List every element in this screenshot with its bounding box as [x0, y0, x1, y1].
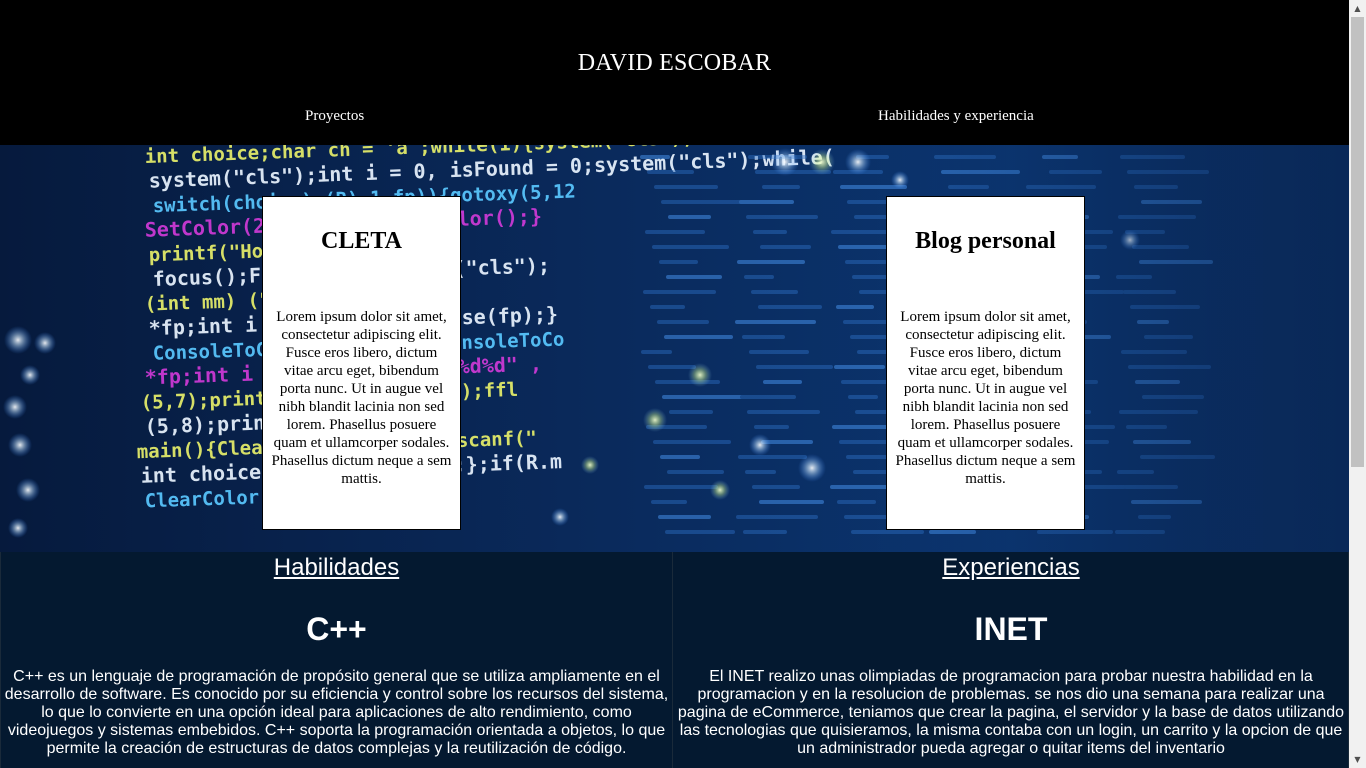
code-blur-decoration [745, 470, 776, 474]
code-blur-decoration [762, 185, 800, 189]
experience-heading-link[interactable]: Experiencias [674, 554, 1348, 582]
site-header: DAVID ESCOBAR Proyectos Habilidades y ex… [0, 0, 1349, 145]
bokeh-light-decoration [581, 456, 599, 474]
nav-link-habilidades-experiencia[interactable]: Habilidades y experiencia [878, 107, 1034, 125]
bokeh-light-decoration [845, 149, 871, 175]
code-blur-decoration [756, 365, 833, 369]
code-blur-decoration [746, 215, 818, 219]
nav-link-proyectos[interactable]: Proyectos [305, 107, 364, 125]
code-blur-decoration [736, 515, 818, 519]
code-background-image: int choice;char ch = 'a';while(1){system… [0, 145, 1349, 552]
bokeh-light-decoration [8, 518, 28, 538]
code-blur-decoration [752, 485, 800, 489]
code-blur-decoration [742, 335, 785, 339]
code-blur-decoration [747, 410, 820, 414]
code-blur-decoration [640, 155, 670, 159]
code-blur-decoration [651, 500, 687, 504]
code-blur-decoration [735, 320, 816, 324]
code-blur-decoration [759, 500, 824, 504]
code-blur-decoration [740, 395, 796, 399]
scroll-up-arrow-icon[interactable]: ▲ [1349, 0, 1366, 17]
project-card-text: Lorem ipsum dolor sit amet, consectetur … [895, 309, 1076, 487]
projects-hero: int choice;char ch = 'a';while(1){system… [0, 145, 1349, 552]
code-blur-decoration [647, 170, 694, 174]
code-blur-decoration [665, 530, 735, 534]
bokeh-light-decoration [20, 365, 40, 385]
code-blur-decoration [644, 485, 718, 489]
code-blur-decoration [845, 260, 887, 264]
code-blur-decoration [763, 380, 802, 384]
code-line-decoration: (5,8);print [144, 410, 277, 439]
experience-title: INET [974, 611, 1048, 647]
bokeh-light-decoration [710, 480, 730, 500]
code-blur-decoration [660, 455, 700, 459]
bokeh-light-decoration [4, 326, 32, 354]
code-blur-decoration [846, 455, 889, 459]
code-blur-decoration [836, 305, 874, 309]
code-blur-decoration [749, 350, 809, 354]
code-blur-decoration [758, 305, 822, 309]
project-card-title: Blog personal [915, 228, 1056, 254]
code-blur-decoration [753, 230, 787, 234]
bokeh-light-decoration [643, 408, 667, 432]
code-blur-decoration [739, 200, 794, 204]
code-blur-decoration [744, 275, 774, 279]
code-blur-decoration [848, 395, 878, 399]
bokeh-light-decoration [771, 148, 799, 176]
code-blur-decoration [760, 245, 811, 249]
skills-heading-link[interactable]: Habilidades [1, 554, 672, 582]
code-blur-decoration [661, 200, 742, 204]
code-blur-decoration [641, 350, 672, 354]
code-blur-decoration [754, 425, 789, 429]
code-blur-decoration [666, 275, 722, 279]
scroll-down-arrow-icon[interactable]: ▼ [1349, 751, 1366, 768]
code-blur-decoration [652, 245, 729, 249]
bokeh-light-decoration [3, 395, 27, 419]
code-blur-decoration [837, 500, 876, 504]
code-blur-decoration [738, 455, 807, 459]
experience-description: El INET realizo unas olimpiadas de progr… [677, 668, 1345, 757]
project-card-blog-personal[interactable]: Blog personal Lorem ipsum dolor sit amet… [886, 196, 1085, 530]
code-blur-decoration [645, 230, 705, 234]
code-blur-decoration [650, 305, 685, 309]
scrollbar-thumb[interactable] [1351, 17, 1364, 467]
code-blur-decoration [834, 365, 885, 369]
code-blur-decoration [751, 290, 798, 294]
bokeh-light-decoration [798, 454, 826, 482]
bokeh-light-decoration [749, 434, 771, 456]
skills-column: Habilidades C++ C++ es un lenguaje de pr… [0, 552, 673, 768]
bokeh-light-decoration [809, 149, 835, 175]
code-blur-decoration [654, 185, 718, 189]
skills-experience-section: Habilidades C++ C++ es un lenguaje de pr… [0, 552, 1349, 768]
vertical-scrollbar[interactable]: ▲ ▼ [1349, 0, 1366, 768]
code-blur-decoration [653, 440, 731, 444]
code-blur-decoration [667, 470, 724, 474]
bokeh-light-decoration [8, 433, 32, 457]
site-title: DAVID ESCOBAR [577, 50, 772, 76]
bokeh-light-decoration [688, 363, 712, 387]
bokeh-light-decoration [34, 332, 56, 354]
bokeh-light-decoration [551, 508, 569, 526]
code-blur-decoration [669, 410, 713, 414]
page-viewport: DAVID ESCOBAR Proyectos Habilidades y ex… [0, 0, 1349, 768]
skill-title: C++ [306, 611, 367, 647]
code-blur-decoration [662, 395, 744, 399]
project-card-cleta[interactable]: CLETA Lorem ipsum dolor sit amet, consec… [262, 196, 461, 530]
code-blur-decoration [664, 335, 733, 339]
code-blur-decoration [743, 530, 787, 534]
skill-description: C++ es un lenguaje de programación de pr… [4, 668, 669, 757]
code-blur-decoration [737, 260, 805, 264]
bokeh-light-decoration [16, 478, 40, 502]
code-blur-decoration [658, 515, 711, 519]
code-blur-decoration [648, 365, 696, 369]
code-blur-decoration [659, 260, 698, 264]
project-card-text: Lorem ipsum dolor sit amet, consectetur … [271, 309, 452, 487]
code-blur-decoration [657, 320, 709, 324]
code-blur-decoration [643, 290, 716, 294]
experience-column: Experiencias INET El INET realizo unas o… [674, 552, 1349, 768]
code-blur-decoration [668, 215, 711, 219]
project-card-title: CLETA [321, 228, 402, 254]
code-blur-decoration [831, 230, 894, 234]
